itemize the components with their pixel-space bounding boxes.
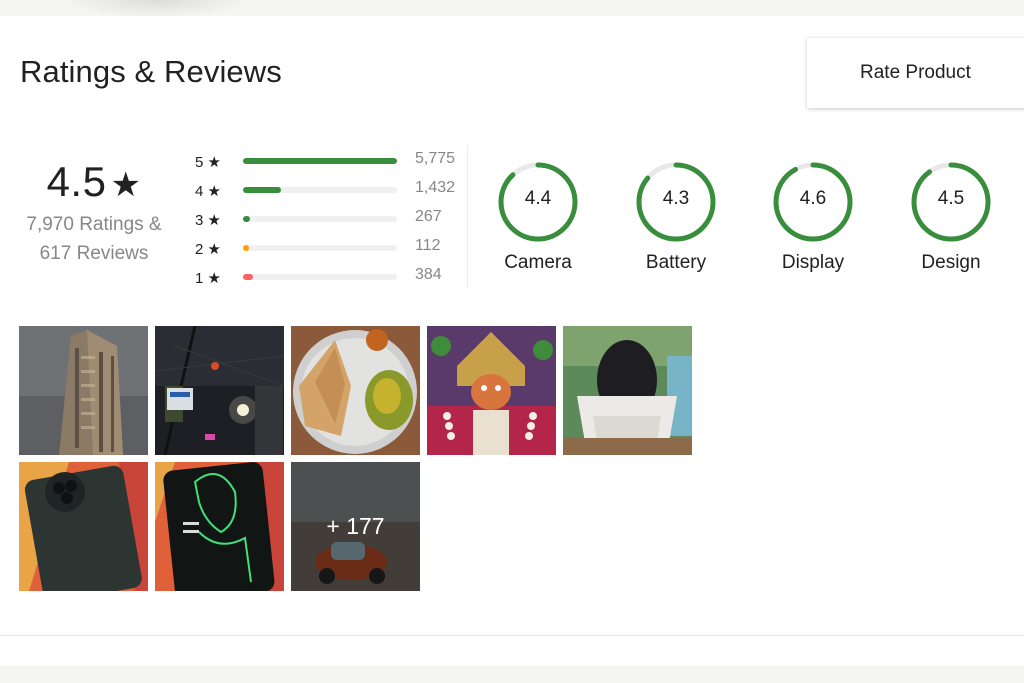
distribution-row-4: 4 ★ 1,432 [195, 177, 465, 206]
star-label: 1 ★ [195, 270, 221, 287]
rating-count: 5,775 [415, 150, 456, 167]
bar-track [243, 274, 397, 280]
rate-product-button[interactable]: Rate Product [807, 38, 1024, 108]
aspect-label: Design [921, 252, 981, 273]
bar-track [243, 245, 397, 251]
rating-count: 1,432 [415, 179, 456, 196]
star-label: 3 ★ [195, 212, 221, 229]
average-rating-value: 4.5 [46, 158, 107, 205]
review-photo-building[interactable] [19, 326, 148, 455]
page-bottom-strip [0, 666, 1024, 683]
review-photo-phone-back[interactable] [19, 462, 148, 591]
aspect-battery[interactable]: 4.3 Battery [616, 160, 736, 274]
bar-fill [243, 187, 282, 193]
more-photos-count: + 177 [326, 513, 385, 539]
review-photo-food-plate[interactable] [291, 326, 420, 455]
distribution-row-5: 5 ★ 5,775 [195, 148, 465, 177]
reviews-count: 617 Reviews [39, 243, 149, 264]
bar-track [243, 158, 397, 164]
rating-count: 112 [415, 237, 441, 254]
bar-track [243, 187, 397, 193]
aspect-score: 4.4 [524, 188, 552, 209]
aspect-design[interactable]: 4.5 Design [891, 160, 1011, 274]
aspect-label: Display [781, 252, 845, 273]
average-rating: 4.5 ★ [18, 158, 170, 206]
rating-count: 384 [415, 266, 442, 283]
section-title: Ratings & Reviews [20, 54, 282, 89]
card-footer-area [0, 636, 1024, 666]
review-photo-street-night[interactable] [155, 326, 284, 455]
distribution-row-3: 3 ★ 267 [195, 206, 465, 235]
star-label: 5 ★ [195, 154, 221, 171]
overall-rating: 4.5 ★ 7,970 Ratings & 617 Reviews [18, 158, 170, 268]
star-label: 4 ★ [195, 183, 221, 200]
ratings-count: 7,970 Ratings & [26, 214, 162, 235]
bar-fill [243, 158, 397, 164]
bar-fill [243, 274, 254, 280]
review-photo-deity-idol[interactable] [427, 326, 556, 455]
rating-count: 267 [415, 208, 442, 225]
review-photo-phone-screen[interactable] [155, 462, 284, 591]
aspect-label: Battery [645, 252, 707, 273]
distribution-row-2: 2 ★ 112 [195, 235, 465, 264]
section-divider [467, 145, 468, 289]
star-icon: ★ [110, 166, 142, 204]
aspect-score: 4.3 [662, 188, 690, 209]
aspect-score: 4.5 [937, 188, 965, 209]
aspect-display[interactable]: 4.6 Display [753, 160, 873, 274]
distribution-row-1: 1 ★ 384 [195, 264, 465, 293]
aspect-label: Camera [504, 252, 572, 273]
aspect-score: 4.6 [799, 188, 827, 209]
review-photo-more[interactable]: + 177 [291, 462, 420, 591]
bar-fill [243, 245, 250, 251]
bar-fill [243, 216, 251, 222]
bar-track [243, 216, 397, 222]
review-photo-ganesha-idol[interactable] [563, 326, 692, 455]
star-label: 2 ★ [195, 241, 221, 258]
aspect-camera[interactable]: 4.4 Camera [478, 160, 598, 274]
